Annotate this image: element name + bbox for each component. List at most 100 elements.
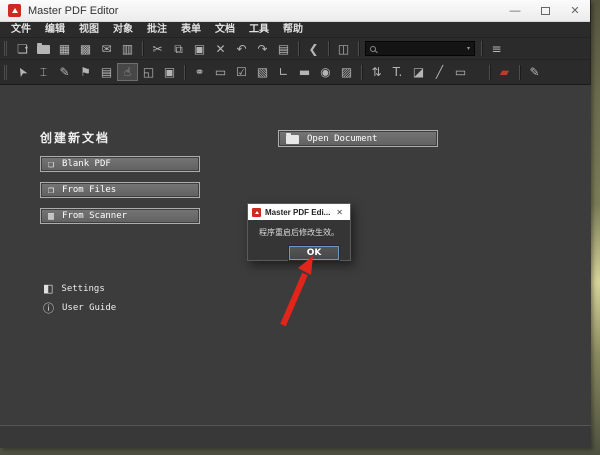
close-button[interactable]: ✕	[560, 0, 590, 21]
text-field-tool-button[interactable]: ▭	[210, 63, 231, 81]
app-logo-icon	[8, 4, 21, 17]
dialog-title: Master PDF Edi...	[265, 208, 333, 217]
forms-tool-button[interactable]: ▤	[96, 63, 117, 81]
menu-item-comment[interactable]: 批注	[140, 22, 174, 37]
line-tool-button[interactable]: ╱	[429, 63, 450, 81]
redo-button[interactable]: ↷	[252, 40, 273, 58]
message-dialog: Master PDF Edi... ✕ 程序重启后修改生效。 OK	[247, 203, 351, 261]
settings-label: Settings	[61, 284, 104, 294]
save-button[interactable]: ▦	[54, 40, 75, 58]
files-icon: ❐	[48, 185, 54, 196]
open-document-label: Open Document	[307, 134, 377, 144]
toolbar-separator	[328, 41, 329, 56]
menu-item-object[interactable]: 对象	[106, 22, 140, 37]
dialog-title-bar: Master PDF Edi... ✕	[248, 204, 350, 220]
toolbar-separator	[184, 65, 185, 80]
blank-pdf-button[interactable]: ❏ Blank PDF	[40, 156, 200, 172]
dialog-message: 程序重启后修改生效。	[248, 227, 350, 238]
ok-button[interactable]: OK	[289, 246, 339, 260]
status-bar	[0, 425, 591, 448]
list-box-tool-button[interactable]: ▧	[252, 63, 273, 81]
dialog-close-button[interactable]: ✕	[333, 208, 346, 217]
menu-item-view[interactable]: 视图	[72, 22, 106, 37]
search-dropdown-icon[interactable]: ▾	[467, 45, 470, 52]
toolbar-separator	[298, 41, 299, 56]
tools-toolbar: ➤ ⌶ ✎ ⚑ ▤ ☝ ◱ ▣ ⚭ ▭ ☑ ▧ ∟ ▬ ◉ ▨ ⇅ T. ◪ ╱…	[0, 59, 590, 85]
app-window: Master PDF Editor — ✕ 文件 编辑 视图 对象 批注 表单 …	[0, 0, 591, 448]
new-document-button[interactable]: ❏▾	[12, 40, 33, 58]
toolbar-drag-handle[interactable]	[4, 41, 7, 56]
email-button[interactable]: ✉	[96, 40, 117, 58]
rectangle-tool-button[interactable]: ▭	[450, 63, 471, 81]
settings-link[interactable]: ◧ Settings	[43, 282, 105, 295]
from-files-label: From Files	[62, 185, 116, 195]
app-logo-icon	[252, 208, 261, 217]
open-folder-icon	[37, 45, 50, 54]
link-tool-button[interactable]: ⚭	[189, 63, 210, 81]
from-scanner-label: From Scanner	[62, 211, 127, 221]
pen-tool-button[interactable]: ✎	[524, 63, 545, 81]
button-field-tool-button[interactable]: ▬	[294, 63, 315, 81]
window-controls: — ✕	[500, 0, 590, 21]
copy-button[interactable]: ⧉	[168, 40, 189, 58]
snapshot-tool-button[interactable]: ▣	[159, 63, 180, 81]
save-as-button[interactable]: ▩	[75, 40, 96, 58]
edit-object-tool-button[interactable]: ✎	[54, 63, 75, 81]
image-tool-button[interactable]: ◪	[408, 63, 429, 81]
open-file-button[interactable]: ▾	[33, 40, 54, 58]
image-stamp-tool-button[interactable]: ▨	[336, 63, 357, 81]
page-preview-button[interactable]: ◫	[333, 40, 354, 58]
properties-button[interactable]: ▤	[273, 40, 294, 58]
text-tool-button[interactable]: T.	[387, 63, 408, 81]
menu-item-form[interactable]: 表单	[174, 22, 208, 37]
hand-tool-button[interactable]: ☝	[117, 63, 138, 81]
from-scanner-button[interactable]: ▥ From Scanner	[40, 208, 200, 224]
select-tool-button[interactable]: ➤	[12, 63, 33, 81]
menu-item-document[interactable]: 文档	[208, 22, 242, 37]
chevron-down-icon: ▾	[25, 46, 28, 52]
info-icon: ⓘ	[43, 300, 54, 316]
toolbar-separator	[519, 65, 520, 80]
measure-tool-button[interactable]: ∟	[273, 63, 294, 81]
blank-pdf-label: Blank PDF	[62, 159, 111, 169]
undo-button[interactable]: ↶	[231, 40, 252, 58]
welcome-screen: 创建新文档 ❏ Blank PDF ❐ From Files ▥ From Sc…	[0, 85, 591, 425]
search-icon	[370, 46, 376, 52]
edit-text-tool-button[interactable]: ⌶	[33, 63, 54, 81]
from-files-button[interactable]: ❐ From Files	[40, 182, 200, 198]
checkbox-tool-button[interactable]: ☑	[231, 63, 252, 81]
open-folder-icon	[286, 135, 299, 144]
settings-icon: ◧	[43, 282, 53, 295]
cut-button[interactable]: ✂	[147, 40, 168, 58]
search-input[interactable]	[380, 44, 467, 54]
blank-page-icon: ❏	[48, 159, 54, 170]
highlight-tool-button[interactable]: ▰	[494, 63, 515, 81]
user-guide-label: User Guide	[62, 303, 116, 313]
minimize-button[interactable]: —	[500, 0, 530, 21]
print-button[interactable]: ▥	[117, 40, 138, 58]
menu-item-file[interactable]: 文件	[4, 22, 38, 37]
align-tool-button[interactable]: ⇅	[366, 63, 387, 81]
user-guide-link[interactable]: ⓘ User Guide	[43, 300, 116, 316]
toolbar-separator	[481, 41, 482, 56]
delete-button[interactable]: ✕	[210, 40, 231, 58]
overflow-menu-button[interactable]: ≡	[486, 40, 507, 58]
maximize-button[interactable]	[530, 0, 560, 21]
menu-item-help[interactable]: 帮助	[276, 22, 310, 37]
maximize-icon	[541, 7, 550, 15]
menu-item-edit[interactable]: 编辑	[38, 22, 72, 37]
radio-button-tool-button[interactable]: ◉	[315, 63, 336, 81]
toolbar-drag-handle[interactable]	[4, 65, 7, 80]
crop-tool-button[interactable]: ◱	[138, 63, 159, 81]
select-annotation-tool-button[interactable]: ⚑	[75, 63, 96, 81]
open-document-button[interactable]: Open Document	[278, 130, 438, 147]
page-title: 创建新文档	[40, 129, 110, 146]
title-bar: Master PDF Editor — ✕	[0, 0, 590, 22]
menu-item-tools[interactable]: 工具	[242, 22, 276, 37]
menu-bar: 文件 编辑 视图 对象 批注 表单 文档 工具 帮助	[0, 22, 590, 37]
pen-icon: ✎	[529, 66, 539, 78]
back-button[interactable]: ❮	[303, 40, 324, 58]
paste-button[interactable]: ▣	[189, 40, 210, 58]
cursor-icon: ➤	[15, 65, 30, 80]
window-title: Master PDF Editor	[28, 5, 118, 17]
